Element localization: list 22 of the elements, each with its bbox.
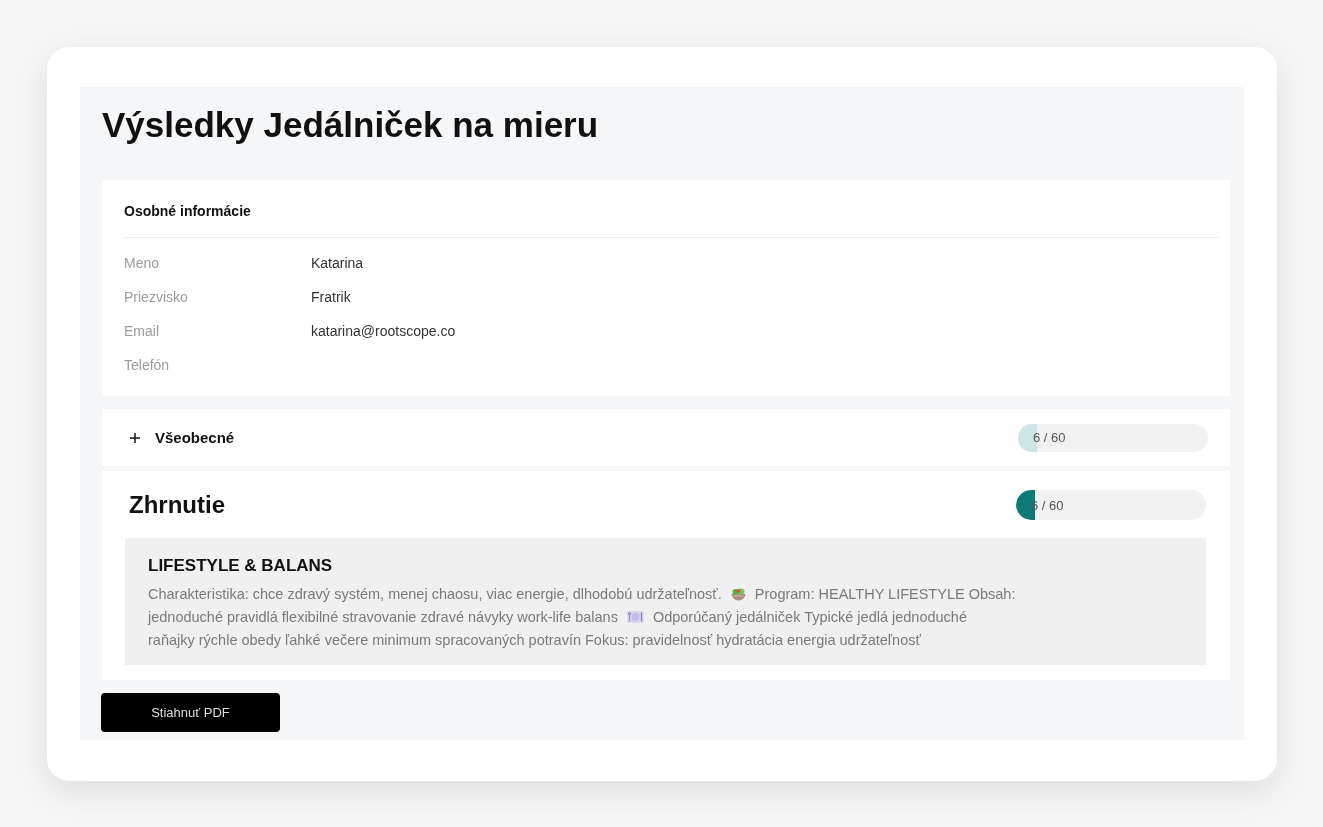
- salad-bowl-icon: [730, 586, 746, 601]
- field-value: Fratrik: [311, 289, 351, 305]
- score-text: 6 / 60: [1033, 430, 1066, 445]
- field-value: Katarina: [311, 255, 364, 271]
- field-value: katarina@rootscope.co: [311, 323, 456, 339]
- category-title: Všeobecné: [155, 429, 235, 446]
- download-pdf-button[interactable]: Stiahnuť PDF: [101, 693, 280, 732]
- field-label: Meno: [124, 255, 160, 271]
- result-title: LIFESTYLE & BALANS: [148, 555, 333, 577]
- plus-icon[interactable]: [130, 432, 140, 443]
- field-label: Telefón: [124, 357, 170, 373]
- field-label: Priezvisko: [124, 289, 188, 305]
- summary-text: Program: HEALTHY LIFESTYLE Obsah:: [754, 585, 1016, 602]
- summary-text: Odporúčaný jedálniček Typické jedlá jednoduché: [652, 608, 967, 625]
- field-label: Email: [124, 323, 159, 339]
- summary-text: jednoduché pravidlá flexibilné stravovanie zdravé návyky work-life balans: [148, 608, 618, 625]
- card-heading: Osobné informácie: [124, 202, 251, 221]
- summary-text: raňajky rýchle obedy ľahké večere minimum spracovaných potravín Fokus: pravidelnosť hydratácia energia udržateľnosť: [148, 631, 921, 648]
- summary-text: Charakteristika: chce zdravý systém, menej chaosu, viac energie, dlhodobú udržateľnosť.: [148, 585, 722, 602]
- page-title: Výsledky Jedálniček na mieru: [102, 104, 599, 146]
- plate-cutlery-icon: [626, 610, 644, 623]
- summary-heading: Zhrnutie: [129, 490, 225, 520]
